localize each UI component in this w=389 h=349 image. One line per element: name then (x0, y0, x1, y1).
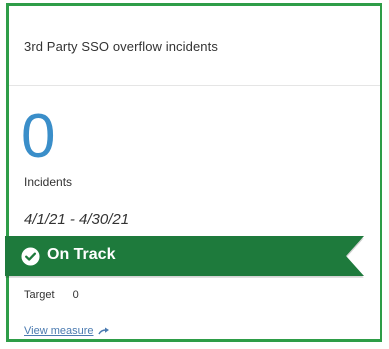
check-circle-icon (21, 247, 40, 266)
metric-label: Incidents (24, 175, 73, 189)
card-title: 3rd Party SSO overflow incidents (24, 39, 218, 54)
target-value: 0 (72, 289, 79, 301)
target-label: Target (24, 289, 55, 301)
metric-value: 0 (21, 102, 56, 171)
view-measure-link[interactable]: View measure (24, 325, 110, 337)
status-banner: On Track (5, 236, 364, 276)
card-header: 3rd Party SSO overflow incidents (9, 6, 380, 86)
target-row: Target 0 (24, 289, 79, 301)
arrow-right-icon (97, 327, 109, 334)
measure-card: 3rd Party SSO overflow incidents 0 Incid… (5, 3, 382, 342)
date-range: 4/1/21 - 4/30/21 (24, 211, 130, 228)
status-label: On Track (47, 246, 116, 263)
view-measure-label: View measure (24, 325, 94, 337)
